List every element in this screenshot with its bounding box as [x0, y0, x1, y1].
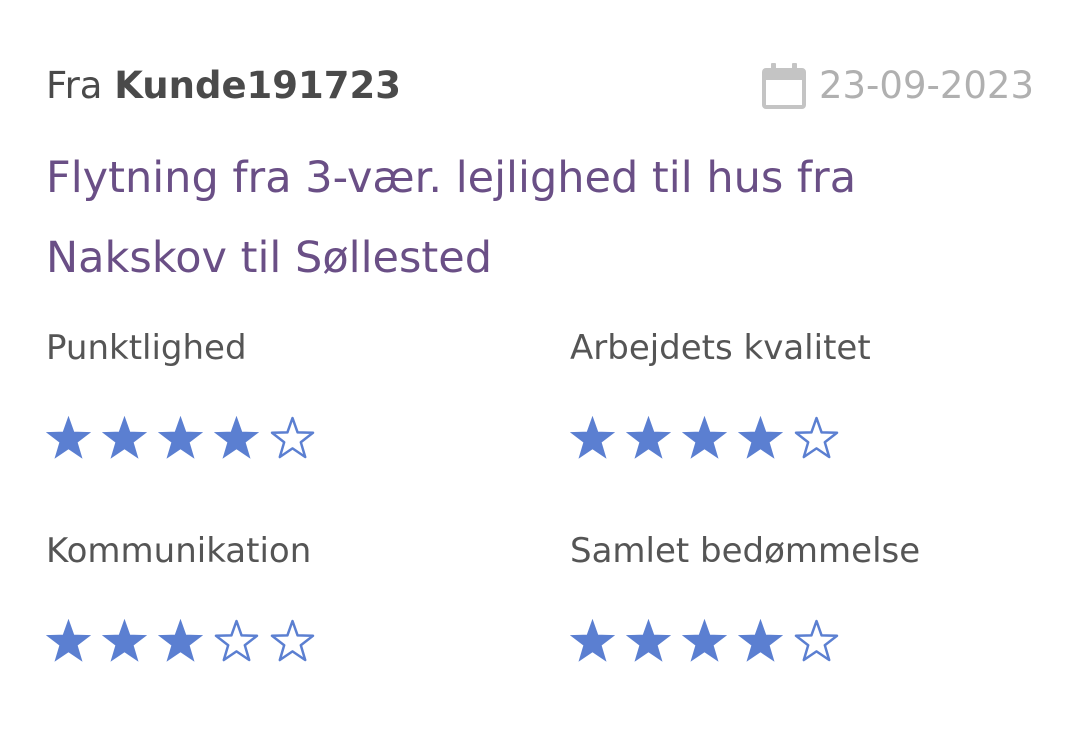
star-filled-icon: [626, 416, 671, 459]
star-rating: [570, 619, 1050, 662]
star-filled-icon: [102, 416, 147, 459]
star-filled-icon: [46, 619, 91, 662]
review-date: 23-09-2023: [761, 58, 1034, 114]
star-filled-icon: [682, 416, 727, 459]
star-rating: [46, 416, 526, 459]
calendar-icon: [761, 62, 807, 110]
star-empty-icon: [794, 619, 839, 662]
rating-label: Punktlighed: [46, 328, 247, 368]
rating-punktlighed: Punktlighed: [46, 326, 526, 459]
star-filled-icon: [626, 619, 671, 662]
review-author: Fra Kunde191723: [46, 58, 401, 114]
star-filled-icon: [682, 619, 727, 662]
rating-kommunikation: Kommunikation: [46, 529, 526, 662]
star-filled-icon: [214, 416, 259, 459]
rating-samlet-bedommelse: Samlet bedømmelse: [570, 529, 1050, 662]
star-filled-icon: [738, 619, 783, 662]
rating-label: Samlet bedømmelse: [570, 531, 921, 571]
from-prefix: Fra: [46, 64, 103, 107]
star-filled-icon: [102, 619, 147, 662]
star-filled-icon: [46, 416, 91, 459]
star-empty-icon: [270, 619, 315, 662]
star-filled-icon: [570, 416, 615, 459]
star-rating: [46, 619, 526, 662]
star-rating: [570, 416, 1050, 459]
review-title: Flytning fra 3-vær. lejlighed til hus fr…: [46, 153, 857, 283]
star-empty-icon: [270, 416, 315, 459]
rating-arbejdets-kvalitet: Arbejdets kvalitet: [570, 326, 1050, 459]
rating-label: Arbejdets kvalitet: [570, 328, 871, 368]
rating-label: Kommunikation: [46, 531, 312, 571]
review-card: Fra Kunde191723 23-09-2023 Flytning fra …: [0, 0, 1080, 733]
star-filled-icon: [570, 619, 615, 662]
author-name: Kunde191723: [114, 64, 401, 107]
star-filled-icon: [158, 619, 203, 662]
star-empty-icon: [794, 416, 839, 459]
date-text: 23-09-2023: [818, 64, 1034, 107]
star-filled-icon: [158, 416, 203, 459]
star-filled-icon: [738, 416, 783, 459]
star-empty-icon: [214, 619, 259, 662]
